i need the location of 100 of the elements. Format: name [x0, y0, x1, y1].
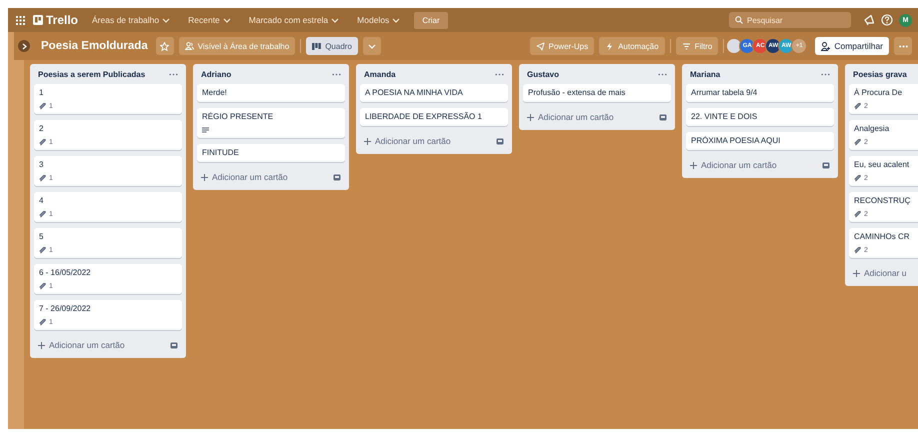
- add-card-button[interactable]: Adicionar u: [853, 268, 907, 278]
- paperclip-icon: [854, 138, 861, 146]
- plus-icon: [690, 162, 697, 168]
- board-logo-icon: [33, 15, 43, 25]
- chevron-right-icon: [22, 42, 26, 50]
- star-icon: [160, 42, 170, 50]
- plus-icon: [201, 174, 208, 180]
- chevron-down-icon: [331, 16, 340, 24]
- card[interactable]: A POESIA NA MINHA VIDA: [360, 84, 508, 102]
- paperclip-icon: [39, 318, 46, 326]
- list-title[interactable]: Poesias a serem Publicadas: [38, 70, 146, 78]
- paperclip-icon: [39, 282, 46, 290]
- more-icon[interactable]: [821, 72, 830, 76]
- nav-menu[interactable]: Recente: [184, 13, 235, 27]
- card[interactable]: Profusão - extensa de mais: [523, 84, 671, 102]
- more-icon[interactable]: [332, 72, 341, 76]
- card-title: CAMINHOs CR: [854, 232, 911, 242]
- chevron-down-icon: [392, 16, 400, 24]
- people-icon: [184, 42, 194, 50]
- board-view-button[interactable]: Quadro: [306, 37, 358, 55]
- nav-menu[interactable]: Marcado com estrela: [244, 13, 344, 27]
- paperclip-icon: [39, 102, 46, 110]
- paperclip-icon: [39, 246, 46, 254]
- add-card-button[interactable]: Adicionar um cartão: [201, 172, 288, 182]
- expand-sidebar-button[interactable]: [18, 40, 30, 52]
- card-title: 1: [39, 88, 44, 98]
- paperclip-icon: [854, 174, 861, 182]
- plus-icon: [364, 138, 371, 144]
- add-card-button[interactable]: Adicionar um cartão: [38, 340, 125, 350]
- apps-grid-icon[interactable]: [16, 16, 25, 24]
- template-icon[interactable]: [170, 342, 178, 348]
- card-title: 5: [39, 232, 44, 242]
- card-title: PRÓXIMA POESIA AQUI: [691, 136, 782, 146]
- card-title: LIBERDADE DE EXPRESSÃO 1: [365, 112, 483, 122]
- logo-text[interactable]: Trello: [46, 13, 78, 27]
- card[interactable]: PRÓXIMA POESIA AQUI: [686, 132, 834, 150]
- template-icon[interactable]: [496, 138, 504, 144]
- template-icon[interactable]: [822, 162, 830, 168]
- lightning-bolt-icon: [605, 42, 614, 50]
- chevron-down-icon: [222, 16, 231, 24]
- card-title: Merde!: [202, 88, 228, 98]
- more-icon[interactable]: [495, 72, 504, 76]
- add-card-button[interactable]: Adicionar um cartão: [364, 136, 451, 146]
- list-title[interactable]: Amanda: [364, 70, 396, 78]
- person-add-icon: [821, 42, 830, 50]
- card-title: RÉGIO PRESENTE: [202, 112, 274, 122]
- search-field[interactable]: Pesquisar: [729, 12, 851, 28]
- card-title: À Procura De: [854, 88, 904, 98]
- card[interactable]: FINITUDE: [197, 144, 345, 162]
- card-title: 6 - 16/05/2022: [39, 268, 92, 278]
- chevron-down-icon: [368, 42, 376, 50]
- card-title: 2: [39, 124, 44, 134]
- template-icon[interactable]: [333, 174, 341, 180]
- plus-icon: [527, 114, 534, 120]
- more-icon[interactable]: [658, 72, 667, 76]
- megaphone-icon[interactable]: [863, 14, 875, 26]
- list-title[interactable]: Adriano: [201, 70, 232, 78]
- card-title: 22. VINTE E DOIS: [691, 112, 758, 122]
- board-title[interactable]: Poesia Emoldurada: [41, 40, 148, 52]
- description-icon: [202, 127, 209, 133]
- list-title[interactable]: Gustavo: [527, 70, 560, 78]
- paperclip-icon: [39, 138, 46, 146]
- card-title: Analgesia: [854, 124, 890, 134]
- list-title[interactable]: Poesias grava: [853, 70, 907, 78]
- template-icon[interactable]: [659, 114, 667, 120]
- share-button[interactable]: Compartilhar: [815, 37, 889, 55]
- card-title: 3: [39, 160, 44, 170]
- card-title: Eu, seu acalent: [854, 160, 910, 170]
- card[interactable]: 22. VINTE E DOIS: [686, 108, 834, 126]
- card-title: A POESIA NA MINHA VIDA: [365, 88, 464, 98]
- board-view-icon: [312, 42, 322, 50]
- star-button[interactable]: [156, 37, 174, 55]
- more-icon: [898, 44, 908, 48]
- member-avatar[interactable]: [726, 38, 742, 54]
- more-icon[interactable]: [169, 72, 178, 76]
- paperclip-icon: [854, 210, 861, 218]
- paperclip-icon: [854, 246, 861, 254]
- plus-icon: [853, 270, 860, 276]
- nav-menu[interactable]: Áreas de trabalho: [88, 13, 174, 27]
- card-title: RECONSTRUÇ: [854, 196, 912, 206]
- view-dropdown-button[interactable]: [362, 37, 381, 55]
- filter-icon: [682, 42, 691, 50]
- list-title[interactable]: Mariana: [690, 70, 720, 78]
- card-title: Profusão - extensa de mais: [528, 88, 626, 98]
- card[interactable]: Arrumar tabela 9/4: [686, 84, 834, 102]
- add-card-button[interactable]: Adicionar um cartão: [527, 112, 614, 122]
- search-icon: [735, 16, 743, 24]
- card-title: 7 - 26/09/2022: [39, 304, 92, 314]
- paperclip-icon: [39, 174, 46, 182]
- plus-icon: [38, 342, 45, 348]
- paperclip-icon: [39, 210, 46, 218]
- chevron-down-icon: [162, 16, 170, 24]
- card[interactable]: Merde!: [197, 84, 345, 102]
- add-card-button[interactable]: Adicionar um cartão: [690, 160, 777, 170]
- card[interactable]: RÉGIO PRESENTE: [197, 108, 345, 138]
- nav-menu[interactable]: Modelos: [353, 13, 404, 27]
- card[interactable]: LIBERDADE DE EXPRESSÃO 1: [360, 108, 508, 126]
- card-title: FINITUDE: [202, 148, 240, 158]
- board-menu-button[interactable]: [894, 37, 912, 55]
- help-icon[interactable]: [881, 14, 893, 26]
